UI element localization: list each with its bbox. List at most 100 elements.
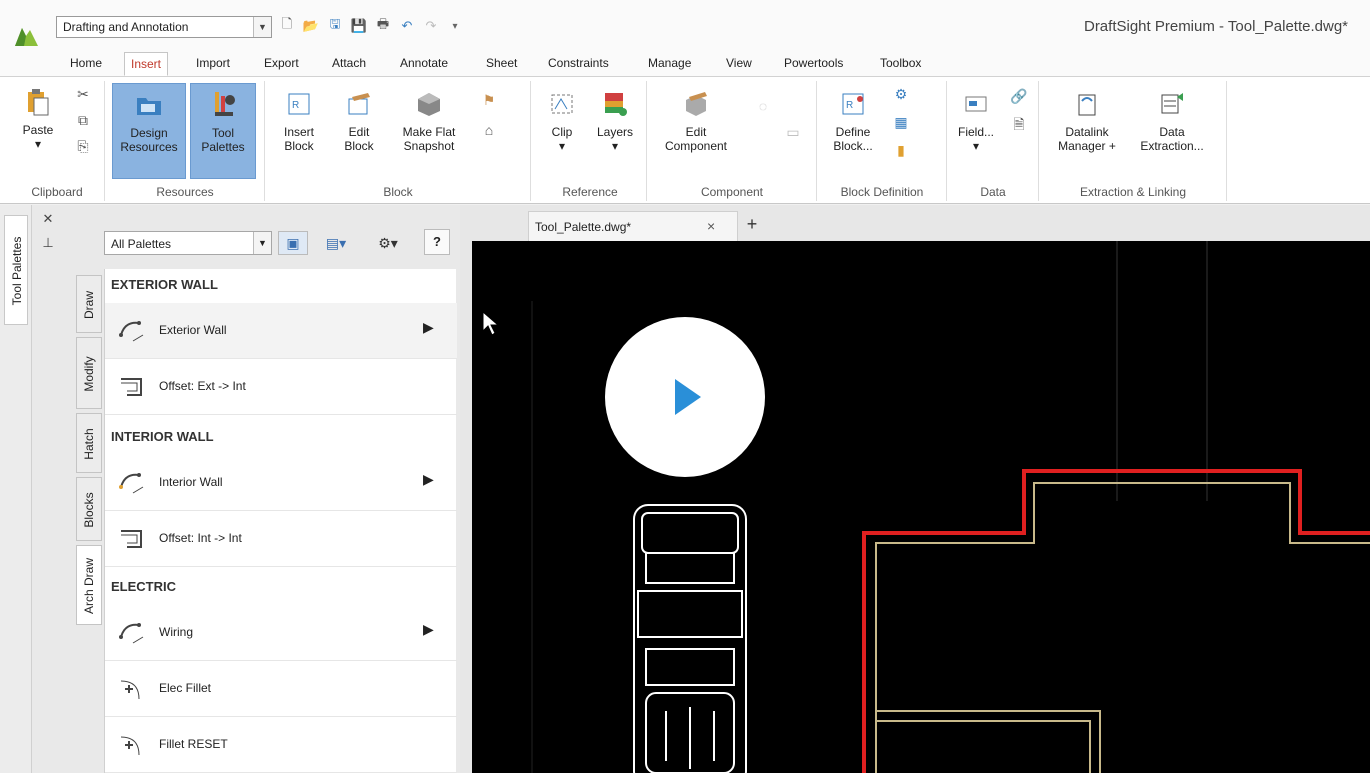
define-block-label-1: Define bbox=[835, 125, 871, 139]
data-extraction-button[interactable]: Data Extraction... bbox=[1132, 89, 1212, 153]
layers-label: Layers bbox=[596, 125, 634, 139]
palette-tab-draw[interactable]: Draw bbox=[76, 275, 102, 333]
layers-button[interactable]: Layers ▾ bbox=[592, 89, 638, 153]
group-divider bbox=[816, 81, 817, 201]
palette-view-icon[interactable]: ▣ bbox=[278, 231, 308, 255]
drawing-canvas[interactable] bbox=[472, 241, 1370, 773]
attribute-manager-icon[interactable]: ▮ bbox=[892, 141, 910, 159]
save-all-icon[interactable]: 🖫 bbox=[326, 16, 344, 35]
group-label-block-definition: Block Definition bbox=[840, 185, 924, 199]
redo-icon[interactable]: ↷ bbox=[422, 17, 440, 35]
open-folder-icon[interactable]: 📂 bbox=[302, 17, 320, 35]
tab-home[interactable]: Home bbox=[64, 52, 108, 76]
tab-export[interactable]: Export bbox=[258, 52, 305, 76]
clip-button[interactable]: Clip ▾ bbox=[540, 89, 584, 153]
print-icon[interactable]: 🖶 bbox=[374, 16, 392, 35]
window-title: DraftSight Premium - Tool_Palette.dwg* bbox=[1083, 18, 1348, 35]
close-icon[interactable]: × bbox=[707, 218, 715, 234]
group-label-reference: Reference bbox=[562, 185, 618, 199]
pin-icon[interactable]: ⊥ bbox=[40, 235, 56, 251]
palette-group-dropdown[interactable]: All Palettes ▼ bbox=[104, 231, 272, 255]
customize-qat-icon[interactable]: ▾ bbox=[446, 17, 464, 35]
cut-icon[interactable]: ✂ bbox=[74, 85, 92, 103]
tab-attach[interactable]: Attach bbox=[326, 52, 372, 76]
new-file-icon[interactable]: 🗋 bbox=[278, 16, 296, 35]
palette-layout-icon[interactable]: ▤▾ bbox=[318, 231, 354, 255]
document-tab[interactable]: Tool_Palette.dwg* × bbox=[528, 211, 738, 241]
tool-exterior-wall[interactable]: Exterior Wall ▶ bbox=[105, 303, 457, 359]
palette-tab-hatch[interactable]: Hatch bbox=[76, 413, 102, 473]
make-flat-snapshot-button[interactable]: Make Flat Snapshot bbox=[392, 89, 466, 153]
edit-block-button[interactable]: Edit Block bbox=[334, 89, 384, 153]
tool-offset-ext-int[interactable]: Offset: Ext -> Int bbox=[105, 359, 457, 415]
tool-fillet-reset[interactable]: Fillet RESET bbox=[105, 717, 457, 773]
field-dropdown-arrow: ▾ bbox=[972, 139, 980, 153]
group-divider bbox=[946, 81, 947, 201]
tool-interior-wall[interactable]: Interior Wall ▶ bbox=[105, 455, 457, 511]
paste-button[interactable]: Paste ▾ bbox=[16, 87, 60, 151]
block-attribute-edit-icon[interactable]: ▦ bbox=[892, 113, 910, 131]
tab-toolbox[interactable]: Toolbox bbox=[874, 52, 927, 76]
settings-gear-icon[interactable]: ⚙▾ bbox=[370, 231, 406, 255]
tab-insert[interactable]: Insert bbox=[124, 52, 169, 76]
tool-offset-int-int[interactable]: Offset: Int -> Int bbox=[105, 511, 457, 567]
flyout-arrow-icon[interactable]: ▶ bbox=[423, 621, 437, 641]
tool-label: Fillet RESET bbox=[159, 737, 228, 751]
paste-icon bbox=[22, 87, 54, 117]
tool-wiring[interactable]: Wiring ▶ bbox=[105, 605, 457, 661]
draftsight-logo-icon[interactable] bbox=[12, 24, 42, 50]
workspace-dropdown[interactable]: Drafting and Annotation ▼ bbox=[56, 16, 272, 38]
tool-elec-fillet[interactable]: Elec Fillet bbox=[105, 661, 457, 717]
hyperlink-icon[interactable]: 🔗 bbox=[1010, 87, 1028, 105]
new-document-tab-button[interactable]: + bbox=[740, 213, 764, 237]
update-field-icon[interactable]: 🗎 bbox=[1010, 116, 1028, 135]
tab-view[interactable]: View bbox=[720, 52, 758, 76]
insert-block-label-1: Insert bbox=[283, 125, 314, 139]
datalink-manager-label-1: Datalink bbox=[1065, 125, 1109, 139]
attribute-definition-icon[interactable]: ⚙ bbox=[892, 85, 910, 103]
tab-import[interactable]: Import bbox=[190, 52, 236, 76]
tab-sheet[interactable]: Sheet bbox=[480, 52, 523, 76]
layers-icon bbox=[599, 89, 631, 119]
wall-tool-icon bbox=[119, 321, 144, 342]
mouse-cursor-icon bbox=[482, 311, 500, 336]
datalink-manager-button[interactable]: Datalink Manager + bbox=[1048, 89, 1126, 153]
palette-tab-blocks[interactable]: Blocks bbox=[76, 477, 102, 541]
left-dock-strip: Tool Palettes bbox=[0, 205, 32, 773]
make-flat-snapshot-label-1: Make Flat bbox=[402, 125, 456, 139]
group-divider bbox=[530, 81, 531, 201]
tool-label: Interior Wall bbox=[159, 475, 223, 489]
save-icon[interactable]: 💾 bbox=[350, 17, 368, 35]
edit-component-button[interactable]: Edit Component bbox=[654, 89, 738, 153]
copy-icon[interactable]: ⧉ bbox=[74, 111, 92, 129]
close-icon[interactable]: ✕ bbox=[40, 211, 56, 227]
flyout-arrow-icon[interactable]: ▶ bbox=[423, 471, 437, 491]
insert-block-button[interactable]: R Insert Block bbox=[274, 89, 324, 153]
undo-icon[interactable]: ↶ bbox=[398, 17, 416, 35]
field-button[interactable]: Field... ▾ bbox=[954, 89, 998, 153]
block-tool-icon[interactable]: ⌂ bbox=[480, 121, 498, 139]
help-button[interactable]: ? bbox=[424, 229, 450, 255]
tool-palettes-dock-tab[interactable]: Tool Palettes bbox=[4, 215, 28, 325]
cad-drawing bbox=[531, 241, 1370, 773]
flyout-arrow-icon[interactable]: ▶ bbox=[423, 319, 437, 339]
tab-manage[interactable]: Manage bbox=[642, 52, 697, 76]
define-block-label-2: Block... bbox=[833, 139, 873, 153]
palette-tab-modify[interactable]: Modify bbox=[76, 337, 102, 409]
palette-tab-arch-draw[interactable]: Arch Draw bbox=[76, 545, 102, 625]
tool-label: Exterior Wall bbox=[159, 323, 227, 337]
panel-splitter[interactable] bbox=[460, 205, 472, 773]
design-resources-button[interactable]: Design Resources bbox=[112, 83, 186, 179]
tab-constraints[interactable]: Constraints bbox=[542, 52, 615, 76]
block-attribute-icon[interactable]: ⚑ bbox=[480, 91, 498, 109]
define-block-button[interactable]: R Define Block... bbox=[824, 89, 882, 153]
video-play-button[interactable] bbox=[605, 317, 765, 477]
tab-annotate[interactable]: Annotate bbox=[394, 52, 454, 76]
wiring-tool-icon bbox=[119, 623, 144, 644]
paste-special-icon[interactable]: ⎘ bbox=[74, 137, 92, 155]
make-flat-snapshot-label-2: Snapshot bbox=[403, 139, 455, 153]
design-resources-label-1: Design bbox=[130, 126, 168, 140]
interior-wall-line bbox=[876, 720, 1091, 773]
tool-palettes-button[interactable]: Tool Palettes bbox=[190, 83, 256, 179]
tab-powertools[interactable]: Powertools bbox=[778, 52, 849, 76]
